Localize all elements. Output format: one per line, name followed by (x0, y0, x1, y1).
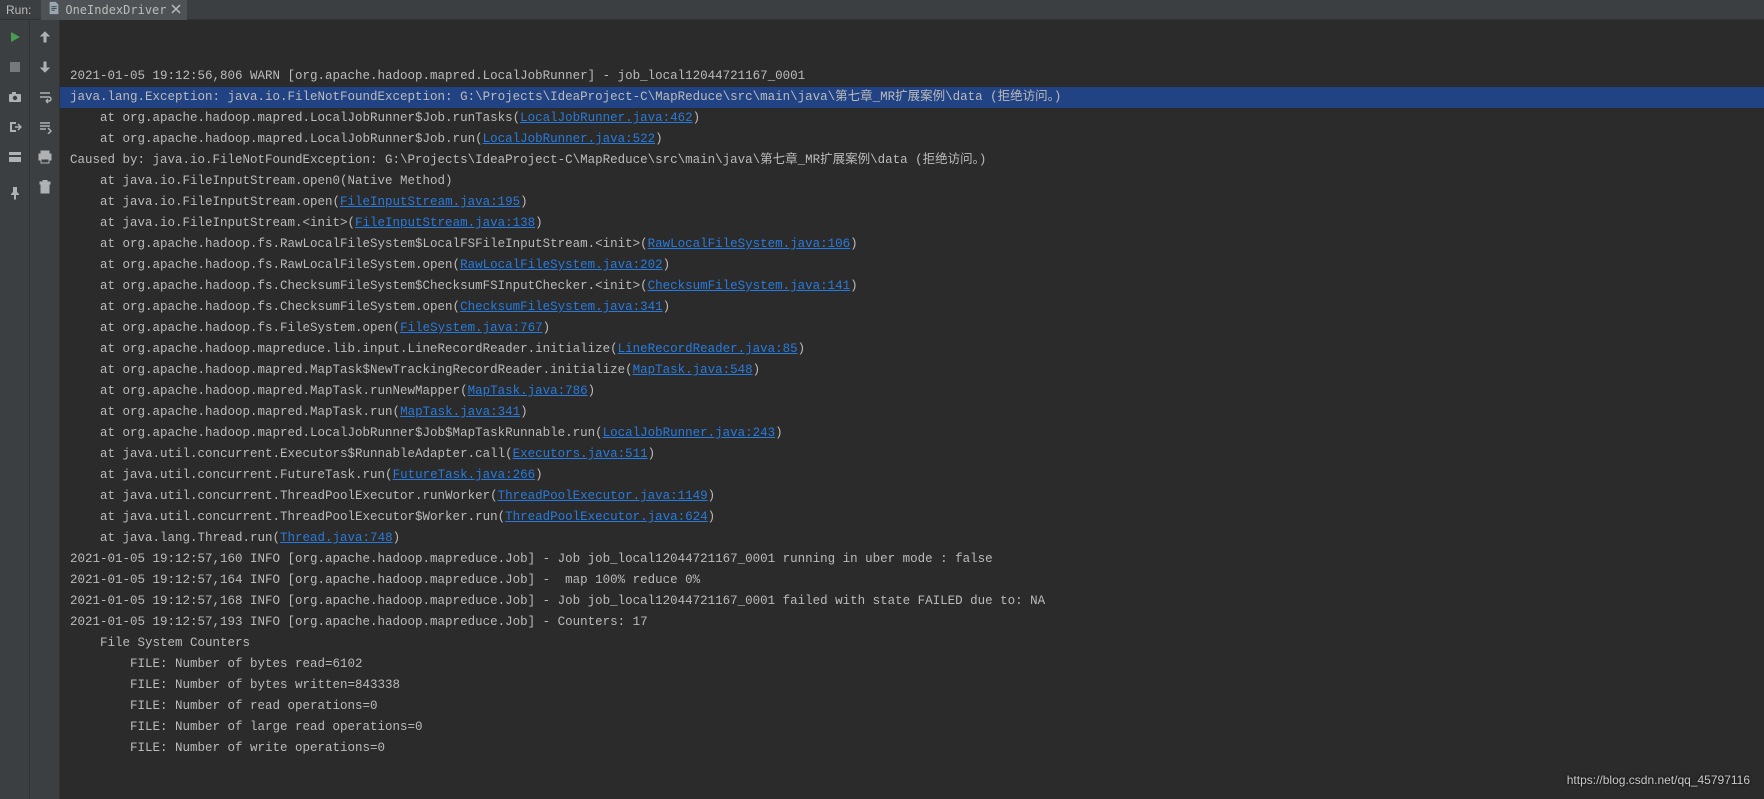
console-line: FILE: Number of write operations=0 (70, 738, 1764, 759)
stack-link[interactable]: Thread.java:748 (280, 531, 393, 545)
stack-link[interactable]: ChecksumFileSystem.java:141 (648, 279, 851, 293)
stack-link[interactable]: LineRecordReader.java:85 (618, 342, 798, 356)
file-icon (47, 1, 61, 18)
console-line: at org.apache.hadoop.mapred.LocalJobRunn… (70, 108, 1764, 129)
stop-icon[interactable] (7, 60, 23, 74)
console-line: at java.io.FileInputStream.<init>(FileIn… (70, 213, 1764, 234)
console-line: FILE: Number of large read operations=0 (70, 717, 1764, 738)
scroll-to-end-icon[interactable] (37, 120, 53, 134)
console-line: 2021-01-05 19:12:57,193 INFO [org.apache… (70, 612, 1764, 633)
tool-window-label: Run: (0, 3, 41, 17)
console-line: at org.apache.hadoop.mapred.LocalJobRunn… (70, 129, 1764, 150)
console-line: FILE: Number of bytes read=6102 (70, 654, 1764, 675)
console-line: at org.apache.hadoop.fs.RawLocalFileSyst… (70, 234, 1764, 255)
stack-link[interactable]: RawLocalFileSystem.java:106 (648, 237, 851, 251)
console-line: at org.apache.hadoop.mapred.LocalJobRunn… (70, 423, 1764, 444)
console-line: at java.util.concurrent.FutureTask.run(F… (70, 465, 1764, 486)
pin-icon[interactable] (7, 186, 23, 200)
stack-link[interactable]: MapTask.java:548 (633, 363, 753, 377)
console-line: 2021-01-05 19:12:57,160 INFO [org.apache… (70, 549, 1764, 570)
stack-link[interactable]: ThreadPoolExecutor.java:1149 (498, 489, 708, 503)
stack-link[interactable]: Executors.java:511 (513, 447, 648, 461)
close-icon[interactable] (171, 3, 181, 17)
soft-wrap-icon[interactable] (37, 90, 53, 104)
left-gutter (0, 20, 30, 799)
stack-link[interactable]: ChecksumFileSystem.java:341 (460, 300, 663, 314)
up-arrow-icon[interactable] (37, 30, 53, 44)
run-config-tab[interactable]: OneIndexDriver (41, 0, 186, 20)
stack-link[interactable]: RawLocalFileSystem.java:202 (460, 258, 663, 272)
console-line: at org.apache.hadoop.fs.RawLocalFileSyst… (70, 255, 1764, 276)
stack-link[interactable]: LocalJobRunner.java:462 (520, 111, 693, 125)
console-line: at java.util.concurrent.Executors$Runnab… (70, 444, 1764, 465)
console-line: java.lang.Exception: java.io.FileNotFoun… (60, 87, 1764, 108)
stack-link[interactable]: LocalJobRunner.java:522 (483, 132, 656, 146)
console-line: at java.io.FileInputStream.open0(Native … (70, 171, 1764, 192)
console-line: 2021-01-05 19:12:57,164 INFO [org.apache… (70, 570, 1764, 591)
stack-link[interactable]: FileInputStream.java:195 (340, 195, 520, 209)
rerun-icon[interactable] (7, 30, 23, 44)
console-line: File System Counters (70, 633, 1764, 654)
stack-link[interactable]: FileSystem.java:767 (400, 321, 543, 335)
exit-icon[interactable] (7, 120, 23, 134)
console-line: at java.lang.Thread.run(Thread.java:748) (70, 528, 1764, 549)
console-line: 2021-01-05 19:12:57,168 INFO [org.apache… (70, 591, 1764, 612)
console-line: at org.apache.hadoop.mapred.MapTask.run(… (70, 402, 1764, 423)
down-arrow-icon[interactable] (37, 60, 53, 74)
stack-link[interactable]: FileInputStream.java:138 (355, 216, 535, 230)
console-line: FILE: Number of bytes written=843338 (70, 675, 1764, 696)
stack-link[interactable]: FutureTask.java:266 (393, 468, 536, 482)
console-line: at java.util.concurrent.ThreadPoolExecut… (70, 507, 1764, 528)
console-line: at org.apache.hadoop.fs.ChecksumFileSyst… (70, 297, 1764, 318)
console-line: at org.apache.hadoop.mapred.MapTask.runN… (70, 381, 1764, 402)
layout-icon[interactable] (7, 150, 23, 164)
console-toolbar (30, 20, 60, 799)
console-output[interactable]: 2021-01-05 19:12:56,806 WARN [org.apache… (60, 20, 1764, 799)
stack-link[interactable]: MapTask.java:786 (468, 384, 588, 398)
camera-icon[interactable] (7, 90, 23, 104)
console-line: Caused by: java.io.FileNotFoundException… (70, 150, 1764, 171)
stack-link[interactable]: LocalJobRunner.java:243 (603, 426, 776, 440)
main-area: 2021-01-05 19:12:56,806 WARN [org.apache… (0, 20, 1764, 799)
console-line: at java.util.concurrent.ThreadPoolExecut… (70, 486, 1764, 507)
window-tabbar: Run: OneIndexDriver (0, 0, 1764, 20)
console-line: at org.apache.hadoop.fs.FileSystem.open(… (70, 318, 1764, 339)
console-line: at java.io.FileInputStream.open(FileInpu… (70, 192, 1764, 213)
run-config-tab-label: OneIndexDriver (65, 3, 166, 17)
console-line: 2021-01-05 19:12:56,806 WARN [org.apache… (70, 66, 1764, 87)
stack-link[interactable]: ThreadPoolExecutor.java:624 (505, 510, 708, 524)
console-line: at org.apache.hadoop.mapreduce.lib.input… (70, 339, 1764, 360)
print-icon[interactable] (37, 150, 53, 164)
watermark-text: https://blog.csdn.net/qq_45797116 (1567, 770, 1750, 791)
console-line: FILE: Number of read operations=0 (70, 696, 1764, 717)
console-line: at org.apache.hadoop.fs.ChecksumFileSyst… (70, 276, 1764, 297)
trash-icon[interactable] (37, 180, 53, 194)
stack-link[interactable]: MapTask.java:341 (400, 405, 520, 419)
console-line: at org.apache.hadoop.mapred.MapTask$NewT… (70, 360, 1764, 381)
